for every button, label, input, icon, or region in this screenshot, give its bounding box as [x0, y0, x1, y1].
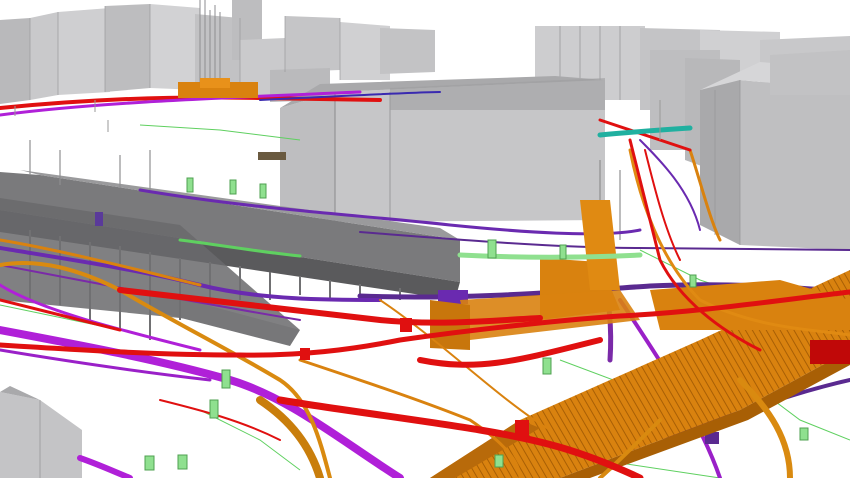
3d-city-model-viewport[interactable]: [0, 0, 850, 478]
building-bottom-left: [0, 386, 82, 478]
utility-network-scene[interactable]: [0, 0, 850, 478]
fence-segment: [258, 152, 286, 160]
